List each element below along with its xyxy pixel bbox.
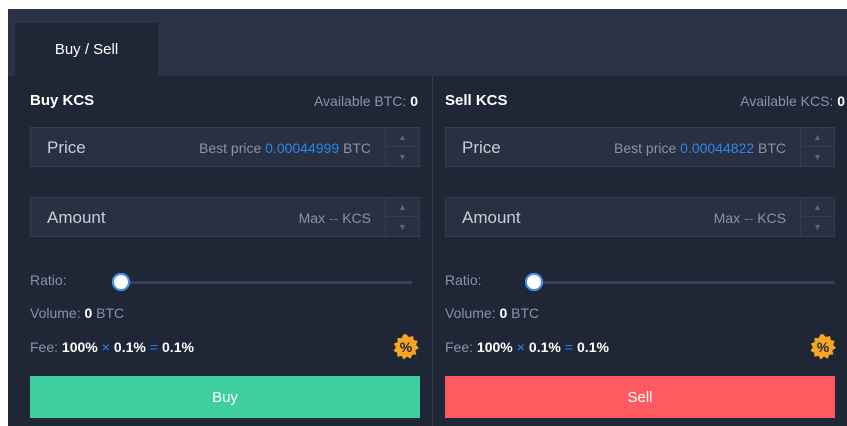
sell-fee-label: Fee: <box>445 339 474 355</box>
buy-ratio-label: Ratio: <box>30 272 67 288</box>
buy-volume-value: 0 <box>84 305 93 321</box>
sell-fee-op2: = <box>564 339 574 355</box>
sell-volume: Volume: 0 BTC <box>445 305 539 321</box>
buy-available-value: 0 <box>410 93 418 109</box>
buy-volume-unit: BTC <box>96 305 125 321</box>
buy-amount-unit: KCS <box>342 210 371 226</box>
buy-ratio-slider-handle[interactable] <box>112 273 130 291</box>
buy-ratio-slider-track[interactable] <box>120 281 412 284</box>
sell-volume-label: Volume: <box>445 305 496 321</box>
buy-available-label: Available BTC: <box>313 93 407 109</box>
sell-volume-value: 0 <box>499 305 508 321</box>
tab-buy-sell[interactable]: Buy / Sell <box>15 23 158 76</box>
buy-button[interactable]: Buy <box>30 376 420 418</box>
sell-amount-input[interactable]: Amount Max -- KCS ▲ ▼ <box>445 197 835 237</box>
discount-badge-icon[interactable]: % <box>810 334 836 360</box>
sell-button[interactable]: Sell <box>445 376 835 418</box>
buy-volume: Volume: 0 BTC <box>30 305 124 321</box>
sell-ratio-slider-track[interactable] <box>533 281 835 284</box>
buy-title: Buy KCS <box>30 92 95 109</box>
buy-fee-op1: × <box>101 339 110 355</box>
sell-panel: Sell KCS Available KCS: 0 Price Best pri… <box>433 76 847 426</box>
sell-amount-stepper: ▲ ▼ <box>800 198 834 236</box>
buy-max-value[interactable]: -- <box>329 210 338 226</box>
chevron-down-icon[interactable]: ▼ <box>386 217 419 236</box>
sell-best-price-prefix: Best price <box>614 140 677 156</box>
buy-price-unit: BTC <box>343 140 371 156</box>
buy-fee-op2: = <box>149 339 159 355</box>
chevron-up-icon[interactable]: ▲ <box>801 198 834 217</box>
buy-max-label: Max <box>298 210 326 226</box>
sell-title: Sell KCS <box>445 92 508 109</box>
buy-fee-result: 0.1% <box>162 339 194 355</box>
sell-best-price-value[interactable]: 0.00044822 <box>680 140 754 156</box>
sell-fee: Fee: 100% × 0.1% = 0.1% <box>445 339 609 355</box>
discount-badge-icon[interactable]: % <box>393 334 419 360</box>
sell-available: Available KCS: 0 <box>740 93 845 109</box>
sell-available-value: 0 <box>837 93 845 109</box>
chevron-up-icon[interactable]: ▲ <box>386 128 419 147</box>
sell-fee-a: 100% <box>476 339 513 355</box>
trade-widget: Buy / Sell Buy KCS Available BTC: 0 Pric… <box>8 9 847 426</box>
chevron-down-icon[interactable]: ▼ <box>801 217 834 236</box>
sell-ratio-label: Ratio: <box>445 272 482 288</box>
buy-best-price-prefix: Best price <box>199 140 262 156</box>
sell-fee-op1: × <box>516 339 525 355</box>
buy-amount-input[interactable]: Amount Max -- KCS ▲ ▼ <box>30 197 420 237</box>
sell-price-unit: BTC <box>758 140 786 156</box>
buy-fee-a: 100% <box>61 339 98 355</box>
chevron-up-icon[interactable]: ▲ <box>386 198 419 217</box>
tab-bar: Buy / Sell <box>8 9 847 76</box>
sell-max-hint: Max -- KCS <box>714 210 786 226</box>
buy-price-stepper: ▲ ▼ <box>385 128 419 166</box>
buy-available: Available BTC: 0 <box>314 93 418 109</box>
buy-fee: Fee: 100% × 0.1% = 0.1% <box>30 339 194 355</box>
buy-best-price-value[interactable]: 0.00044999 <box>265 140 339 156</box>
sell-price-stepper: ▲ ▼ <box>800 128 834 166</box>
buy-price-input[interactable]: Price Best price 0.00044999 BTC ▲ ▼ <box>30 127 420 167</box>
buy-best-price-hint: Best price 0.00044999 BTC <box>199 140 371 156</box>
sell-best-price-hint: Best price 0.00044822 BTC <box>614 140 786 156</box>
chevron-up-icon[interactable]: ▲ <box>801 128 834 147</box>
chevron-down-icon[interactable]: ▼ <box>801 147 834 166</box>
sell-amount-unit: KCS <box>757 210 786 226</box>
sell-ratio-slider-handle[interactable] <box>525 273 543 291</box>
sell-amount-label: Amount <box>462 208 521 227</box>
buy-fee-label: Fee: <box>30 339 59 355</box>
chevron-down-icon[interactable]: ▼ <box>386 147 419 166</box>
sell-max-value[interactable]: -- <box>744 210 753 226</box>
sell-available-label: Available KCS: <box>740 93 834 109</box>
sell-volume-unit: BTC <box>511 305 540 321</box>
sell-max-label: Max <box>713 210 741 226</box>
sell-fee-b: 0.1% <box>528 339 561 355</box>
sell-fee-result: 0.1% <box>577 339 609 355</box>
buy-volume-label: Volume: <box>30 305 81 321</box>
buy-max-hint: Max -- KCS <box>299 210 371 226</box>
sell-price-label: Price <box>462 138 501 157</box>
buy-panel: Buy KCS Available BTC: 0 Price Best pric… <box>8 76 432 426</box>
buy-fee-b: 0.1% <box>113 339 146 355</box>
buy-price-label: Price <box>47 138 86 157</box>
buy-amount-stepper: ▲ ▼ <box>385 198 419 236</box>
buy-amount-label: Amount <box>47 208 106 227</box>
sell-price-input[interactable]: Price Best price 0.00044822 BTC ▲ ▼ <box>445 127 835 167</box>
